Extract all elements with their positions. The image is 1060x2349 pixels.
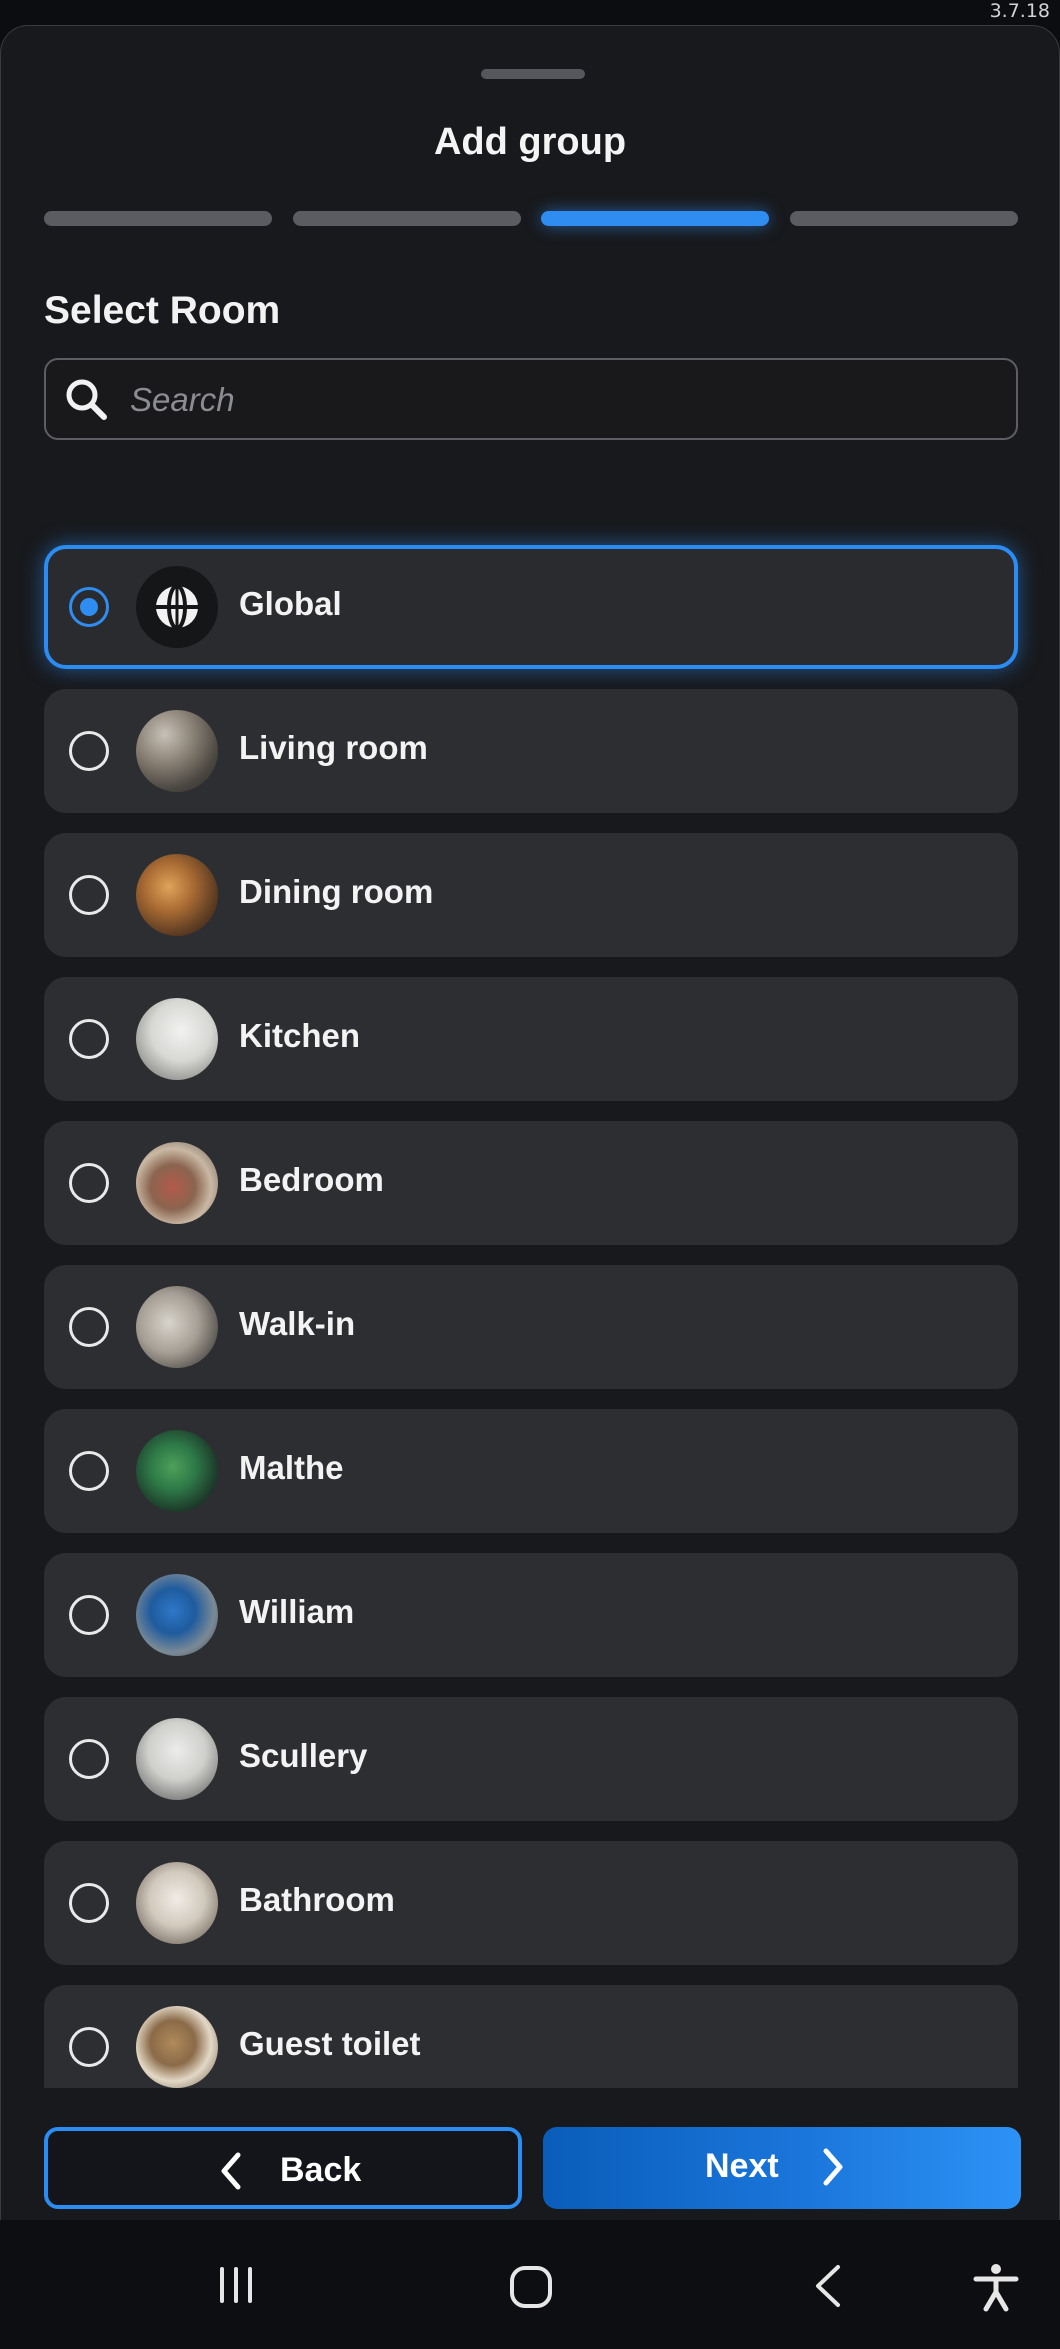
step-4-indicator <box>790 211 1018 226</box>
radio-button[interactable] <box>69 731 109 771</box>
room-photo-thumbnail <box>136 854 218 936</box>
room-option-row[interactable]: Global <box>44 545 1018 669</box>
room-photo-thumbnail <box>136 710 218 792</box>
room-option-row[interactable]: William <box>44 1553 1018 1677</box>
sheet-drag-handle[interactable] <box>481 69 585 79</box>
step-progress <box>44 211 1018 227</box>
sheet-title: Add group <box>433 121 627 163</box>
room-option-row[interactable]: Guest toilet <box>44 1985 1018 2088</box>
radio-button[interactable] <box>69 1019 109 1059</box>
radio-button[interactable] <box>69 1163 109 1203</box>
add-group-sheet: Add group Select Room Global Living room D… <box>0 25 1060 2220</box>
next-button-label: Next <box>705 2147 779 2185</box>
chevron-left-icon <box>221 2152 241 2190</box>
room-option-label: Walk-in <box>239 1305 356 1342</box>
room-list[interactable]: Global Living room Dining room Kitchen Bedro… <box>1 523 1059 2088</box>
accessibility-icon[interactable] <box>972 2262 1020 2312</box>
room-option-row[interactable]: Malthe <box>44 1409 1018 1533</box>
room-photo-thumbnail <box>136 1862 218 1944</box>
search-input[interactable] <box>128 368 1002 432</box>
radio-button[interactable] <box>69 1883 109 1923</box>
step-1-indicator <box>44 211 272 226</box>
app-version: 3.7.18 <box>989 0 1050 22</box>
room-option-row[interactable]: Scullery <box>44 1697 1018 1821</box>
room-photo-thumbnail <box>136 1718 218 1800</box>
radio-button[interactable] <box>69 1739 109 1779</box>
room-option-label: Bathroom <box>239 1881 395 1918</box>
room-option-label: Living room <box>239 729 428 766</box>
room-option-label: Bedroom <box>239 1161 384 1198</box>
room-photo-thumbnail <box>136 1430 218 1512</box>
system-navigation-bar <box>0 2220 1060 2349</box>
radio-dot <box>80 598 98 616</box>
room-option-label: Global <box>239 585 342 622</box>
room-search-field[interactable] <box>44 358 1018 440</box>
radio-button[interactable] <box>69 875 109 915</box>
next-button[interactable]: Next <box>543 2127 1021 2209</box>
room-option-label: Guest toilet <box>239 2025 421 2062</box>
select-room-heading: Select Room <box>44 289 281 332</box>
room-option-row[interactable]: Dining room <box>44 833 1018 957</box>
room-photo-thumbnail <box>136 1286 218 1368</box>
room-option-row[interactable]: Kitchen <box>44 977 1018 1101</box>
search-icon <box>66 379 107 420</box>
radio-button-selected[interactable] <box>69 587 109 627</box>
room-option-row[interactable]: Living room <box>44 689 1018 813</box>
step-2-indicator <box>293 211 521 226</box>
room-photo-thumbnail <box>136 1142 218 1224</box>
room-photo-thumbnail <box>136 2006 218 2088</box>
radio-button[interactable] <box>69 1451 109 1491</box>
back-button[interactable]: Back <box>44 2127 522 2209</box>
chevron-right-icon <box>823 2148 843 2186</box>
step-3-indicator-active <box>541 211 769 226</box>
home-icon[interactable] <box>508 2264 554 2310</box>
room-option-label: Dining room <box>239 873 434 910</box>
recents-icon[interactable] <box>214 2263 258 2307</box>
back-nav-icon[interactable] <box>810 2263 846 2309</box>
room-option-row[interactable]: Bedroom <box>44 1121 1018 1245</box>
room-option-row[interactable]: Walk-in <box>44 1265 1018 1389</box>
room-option-label: Scullery <box>239 1737 368 1774</box>
globe-icon <box>136 566 218 648</box>
room-option-label: Kitchen <box>239 1017 361 1054</box>
room-photo-thumbnail <box>136 1574 218 1656</box>
room-photo-thumbnail <box>136 998 218 1080</box>
radio-button[interactable] <box>69 1595 109 1635</box>
room-option-label: William <box>239 1593 355 1630</box>
room-option-label: Malthe <box>239 1449 344 1486</box>
radio-button[interactable] <box>69 1307 109 1347</box>
back-button-label: Back <box>280 2151 362 2189</box>
room-option-row[interactable]: Bathroom <box>44 1841 1018 1965</box>
radio-button[interactable] <box>69 2027 109 2067</box>
